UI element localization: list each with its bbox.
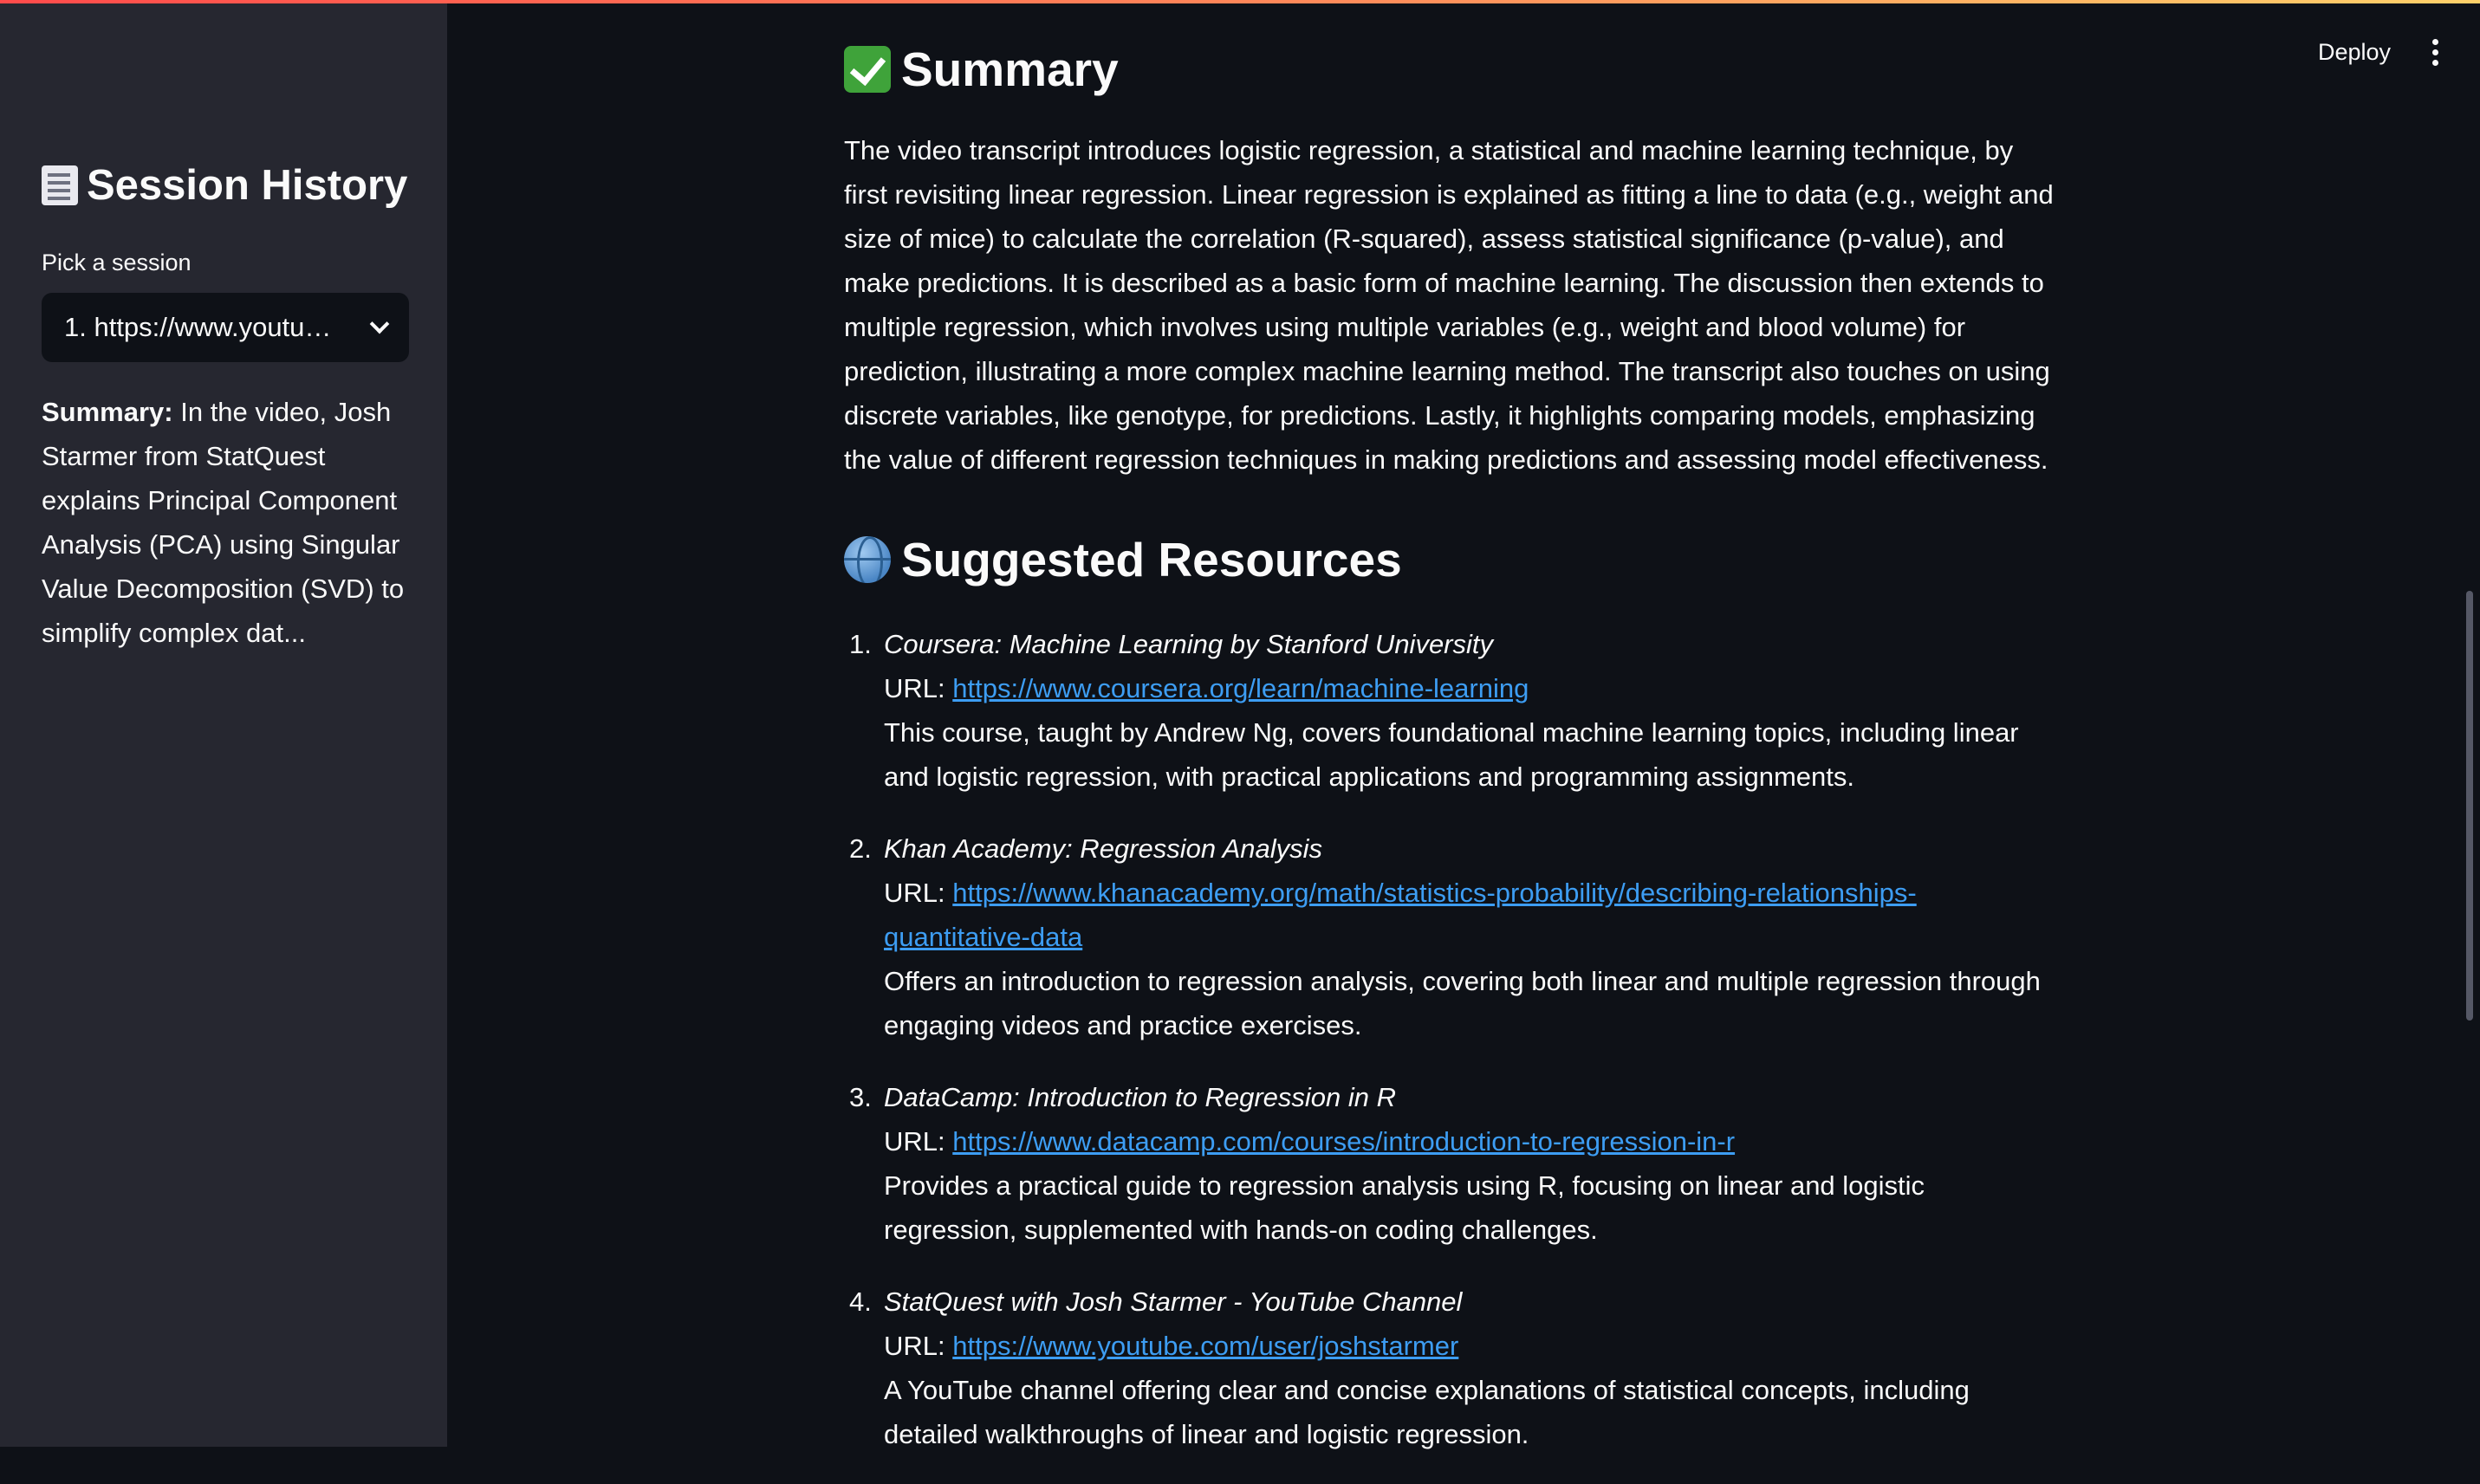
resource-link[interactable]: https://www.khanacademy.org/math/statist… <box>884 878 1917 952</box>
resource-url-line: URL: https://www.khanacademy.org/math/st… <box>884 878 1917 952</box>
top-decoration-stripe <box>0 0 2480 3</box>
document-icon <box>42 165 78 205</box>
session-summary-label: Summary: <box>42 397 173 427</box>
resource-item: 3. DataCamp: Introduction to Regression … <box>844 1075 2057 1252</box>
url-label: URL: <box>884 1331 953 1361</box>
summary-heading: Summary <box>844 42 1119 97</box>
resources-list: 1. Coursera: Machine Learning by Stanfor… <box>844 622 2057 1484</box>
resource-url-line: URL: https://www.datacamp.com/courses/in… <box>884 1126 1735 1157</box>
resource-description: Provides a practical guide to regression… <box>884 1170 1925 1245</box>
resource-link[interactable]: https://www.coursera.org/learn/machine-l… <box>952 673 1529 703</box>
resource-item: 2. Khan Academy: Regression Analysis URL… <box>844 826 2057 1047</box>
summary-paragraph: The video transcript introduces logistic… <box>844 135 2054 475</box>
resource-title: Khan Academy: Regression Analysis <box>884 833 1323 864</box>
summary-heading-text: Summary <box>901 42 1119 96</box>
kebab-menu-icon[interactable] <box>2427 36 2444 69</box>
sidebar-title: Session History <box>42 161 407 210</box>
chevron-down-icon <box>369 314 390 334</box>
resource-description: This course, taught by Andrew Ng, covers… <box>884 717 2019 792</box>
main-scrollbar[interactable] <box>2466 591 2473 1021</box>
session-select-label: Pick a session <box>42 249 192 275</box>
resources-heading: Suggested Resources <box>844 532 1402 587</box>
url-label: URL: <box>884 673 953 703</box>
resource-description: Offers an introduction to regression ana… <box>884 966 2041 1040</box>
resource-item: 1. Coursera: Machine Learning by Stanfor… <box>844 622 2057 799</box>
resource-description: A YouTube channel offering clear and con… <box>884 1375 1970 1449</box>
resource-url-line: URL: https://www.coursera.org/learn/mach… <box>884 673 1529 703</box>
sidebar-title-text: Session History <box>87 162 408 209</box>
resource-link[interactable]: https://www.youtube.com/user/joshstarmer <box>952 1331 1458 1361</box>
resource-title: StatQuest with Josh Starmer - YouTube Ch… <box>884 1286 1463 1317</box>
resource-title: DataCamp: Introduction to Regression in … <box>884 1082 1397 1112</box>
url-label: URL: <box>884 878 953 908</box>
resource-item: 4. StatQuest with Josh Starmer - YouTube… <box>844 1280 2057 1456</box>
resource-number: 3. <box>849 1082 872 1112</box>
session-select[interactable]: 1. https://www.youtube.com/watch?v=… <box>42 293 409 362</box>
session-select-value: 1. https://www.youtube.com/watch?v=… <box>64 312 333 342</box>
app-header: Deploy <box>2318 26 2480 78</box>
resource-number: 4. <box>849 1286 872 1317</box>
resource-url-line: URL: https://www.youtube.com/user/joshst… <box>884 1331 1458 1361</box>
session-summary: Summary: In the video, Josh Starmer from… <box>42 390 406 655</box>
resource-number: 2. <box>849 833 872 864</box>
resources-heading-text: Suggested Resources <box>901 533 1402 586</box>
url-label: URL: <box>884 1126 953 1157</box>
resource-number: 1. <box>849 629 872 659</box>
globe-icon <box>844 536 891 583</box>
sidebar: Session History Pick a session 1. https:… <box>0 0 447 1447</box>
resource-link[interactable]: https://www.datacamp.com/courses/introdu… <box>952 1126 1735 1157</box>
session-summary-text: In the video, Josh Starmer from StatQues… <box>42 397 405 648</box>
resource-title: Coursera: Machine Learning by Stanford U… <box>884 629 1494 659</box>
deploy-button[interactable]: Deploy <box>2318 39 2391 66</box>
check-mark-icon <box>844 46 891 93</box>
